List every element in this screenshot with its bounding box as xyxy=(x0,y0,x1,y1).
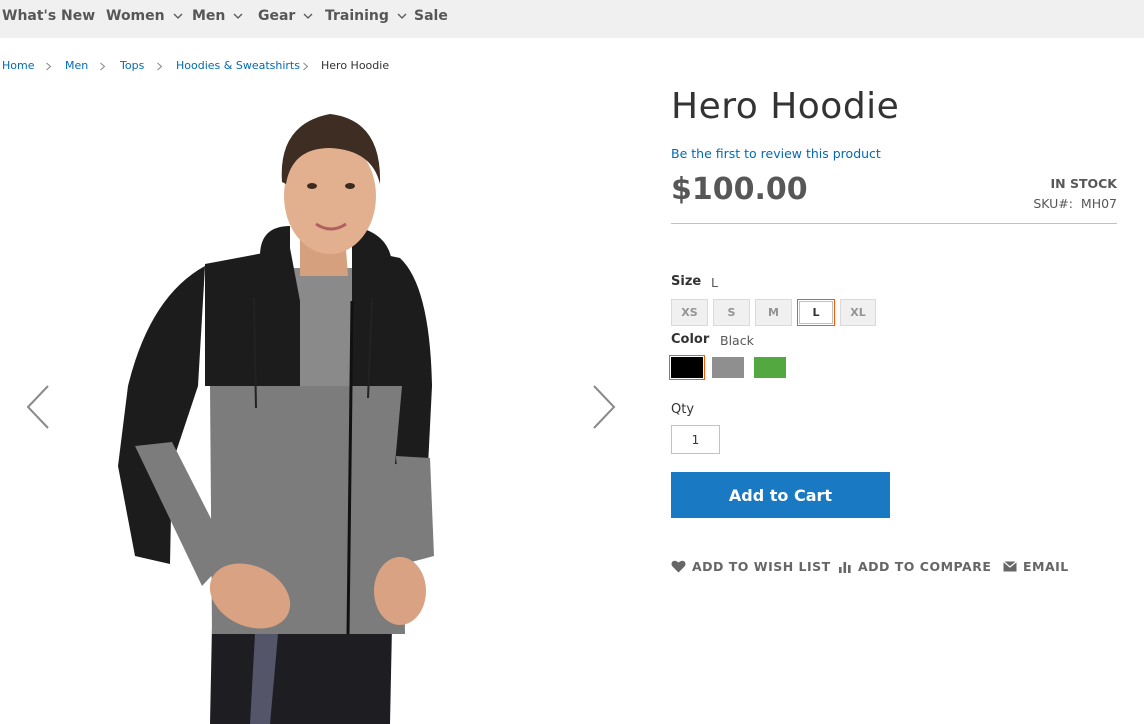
color-swatch-green[interactable] xyxy=(754,357,786,378)
nav-item-label: Gear xyxy=(258,8,296,24)
color-label: Color xyxy=(671,332,710,347)
color-swatch-gray[interactable] xyxy=(712,357,744,378)
size-option-m[interactable]: M xyxy=(755,299,792,326)
envelope-icon xyxy=(1003,560,1017,571)
add-to-wishlist-link[interactable]: ADD TO WISH LIST xyxy=(671,558,831,574)
chevron-right-icon xyxy=(100,62,106,71)
nav-item-training[interactable]: Training xyxy=(325,0,408,32)
qty-label: Qty xyxy=(671,402,695,417)
size-option-xs[interactable]: XS xyxy=(671,299,708,326)
breadcrumb-tops[interactable]: Tops xyxy=(120,59,144,72)
sku-value: MH07 xyxy=(1080,196,1117,211)
nav-item-sale[interactable]: Sale xyxy=(414,0,448,32)
heart-icon xyxy=(671,560,686,572)
chevron-down-icon xyxy=(303,13,313,19)
qty-input[interactable] xyxy=(671,425,720,454)
top-navigation: What's New Women Men Gear Training Sale xyxy=(0,0,1144,38)
chevron-down-icon xyxy=(173,13,183,19)
sku: SKU#: MH07 xyxy=(1033,196,1117,211)
sku-label: SKU#: xyxy=(1033,196,1073,211)
nav-item-whats-new[interactable]: What's New xyxy=(2,0,95,32)
product-price: $100.00 xyxy=(671,172,808,207)
chevron-down-icon xyxy=(233,13,243,19)
nav-item-men[interactable]: Men xyxy=(192,0,244,32)
chevron-right-icon[interactable] xyxy=(588,382,618,432)
size-option-l[interactable]: L xyxy=(797,299,835,326)
divider xyxy=(671,223,1117,224)
breadcrumb-hoodies-sweatshirts[interactable]: Hoodies & Sweatshirts xyxy=(176,59,300,72)
color-selected-value: Black xyxy=(720,333,754,348)
size-option-xl[interactable]: XL xyxy=(840,299,876,326)
add-to-cart-button[interactable]: Add to Cart xyxy=(671,472,890,518)
nav-item-label: Women xyxy=(106,8,165,24)
breadcrumb-men[interactable]: Men xyxy=(65,59,88,72)
nav-item-women[interactable]: Women xyxy=(106,0,184,32)
email-link[interactable]: EMAIL xyxy=(1003,558,1069,574)
bar-chart-icon xyxy=(839,561,851,573)
size-option-s[interactable]: S xyxy=(713,299,750,326)
size-label: Size xyxy=(671,274,702,289)
nav-item-label: Men xyxy=(192,8,226,24)
size-selected-value: L xyxy=(711,275,718,290)
nav-item-gear[interactable]: Gear xyxy=(258,0,314,32)
product-image[interactable] xyxy=(0,86,640,724)
chevron-right-icon xyxy=(303,62,309,71)
nav-item-label: What's New xyxy=(2,8,96,24)
chevron-left-icon[interactable] xyxy=(24,382,54,432)
stock-status: IN STOCK xyxy=(1050,176,1117,191)
review-link[interactable]: Be the first to review this product xyxy=(671,146,881,161)
color-swatch-black[interactable] xyxy=(669,355,705,380)
nav-item-label: Training xyxy=(325,8,389,24)
email-label: EMAIL xyxy=(1023,558,1069,574)
chevron-right-icon xyxy=(46,62,52,71)
nav-item-label: Sale xyxy=(414,8,448,24)
wishlist-label: ADD TO WISH LIST xyxy=(692,558,831,574)
add-to-compare-link[interactable]: ADD TO COMPARE xyxy=(838,558,991,574)
chevron-right-icon xyxy=(157,62,163,71)
product-gallery xyxy=(0,86,640,724)
chevron-down-icon xyxy=(397,13,407,19)
breadcrumb-current: Hero Hoodie xyxy=(321,59,390,72)
breadcrumb-home[interactable]: Home xyxy=(2,59,34,72)
product-title: Hero Hoodie xyxy=(671,86,900,127)
compare-label: ADD TO COMPARE xyxy=(858,558,992,574)
